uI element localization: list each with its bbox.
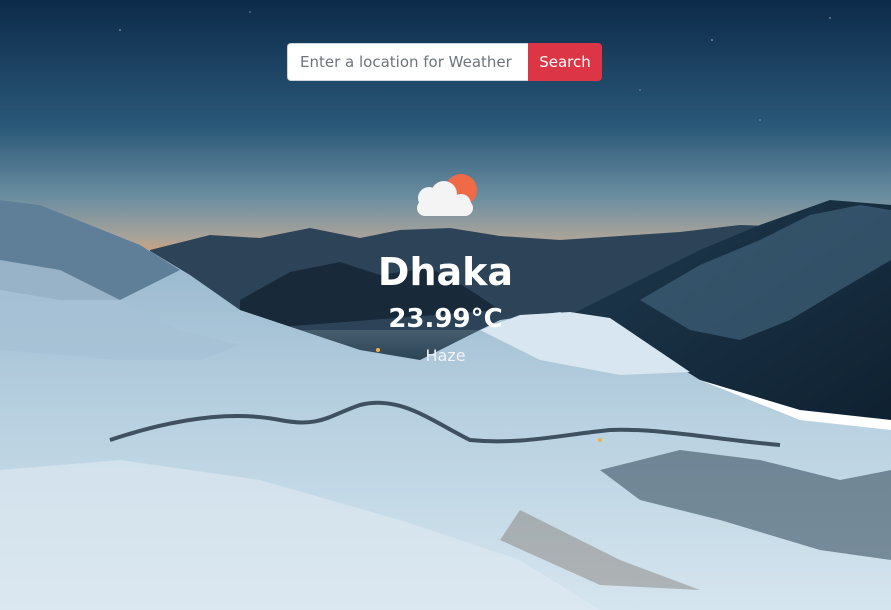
search-button[interactable]: Search: [528, 43, 602, 81]
city-name: Dhaka: [377, 250, 514, 294]
partly-cloudy-icon: [417, 174, 477, 216]
weather-app: Search Dhaka 23.99°C Haze: [0, 0, 891, 610]
temperature: 23.99°C: [388, 304, 503, 334]
location-search-input[interactable]: [287, 43, 528, 81]
search-bar: Search: [287, 43, 602, 81]
weather-condition: Haze: [425, 346, 466, 365]
